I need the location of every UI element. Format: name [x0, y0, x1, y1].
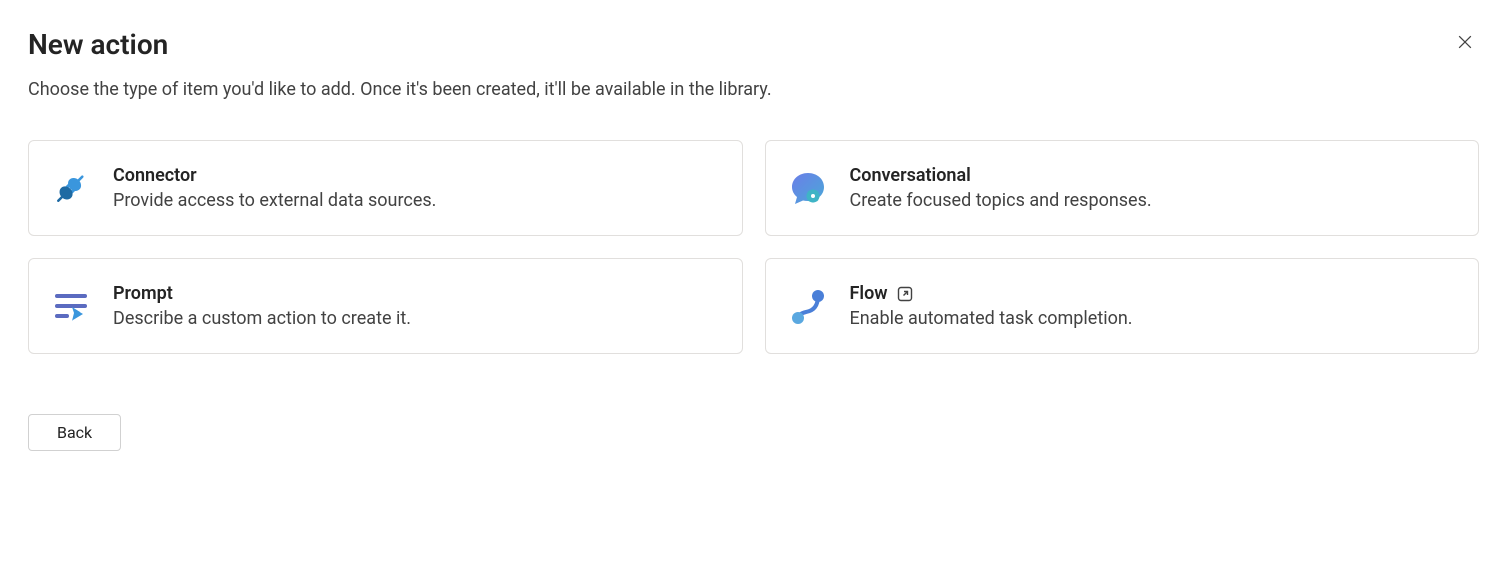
prompt-icon: [51, 286, 91, 326]
back-button[interactable]: Back: [28, 414, 121, 451]
card-title: Connector: [113, 165, 197, 186]
card-title: Flow: [850, 283, 888, 304]
external-link-icon: [896, 285, 914, 303]
card-prompt[interactable]: Prompt Describe a custom action to creat…: [28, 258, 743, 354]
close-icon: [1455, 32, 1475, 55]
connector-icon: [51, 168, 91, 208]
card-description: Enable automated task completion.: [850, 308, 1133, 329]
page-title: New action: [28, 28, 168, 61]
card-conversational[interactable]: Conversational Create focused topics and…: [765, 140, 1480, 236]
card-title: Conversational: [850, 165, 971, 186]
page-subtitle: Choose the type of item you'd like to ad…: [28, 79, 1479, 100]
card-flow[interactable]: Flow Enable automated task completion.: [765, 258, 1480, 354]
flow-icon: [788, 286, 828, 326]
action-type-grid: Connector Provide access to external dat…: [28, 140, 1479, 354]
card-description: Create focused topics and responses.: [850, 190, 1152, 211]
conversational-icon: [788, 168, 828, 208]
close-button[interactable]: [1451, 28, 1479, 59]
card-connector[interactable]: Connector Provide access to external dat…: [28, 140, 743, 236]
card-description: Describe a custom action to create it.: [113, 308, 411, 329]
card-description: Provide access to external data sources.: [113, 190, 436, 211]
card-title: Prompt: [113, 283, 173, 304]
